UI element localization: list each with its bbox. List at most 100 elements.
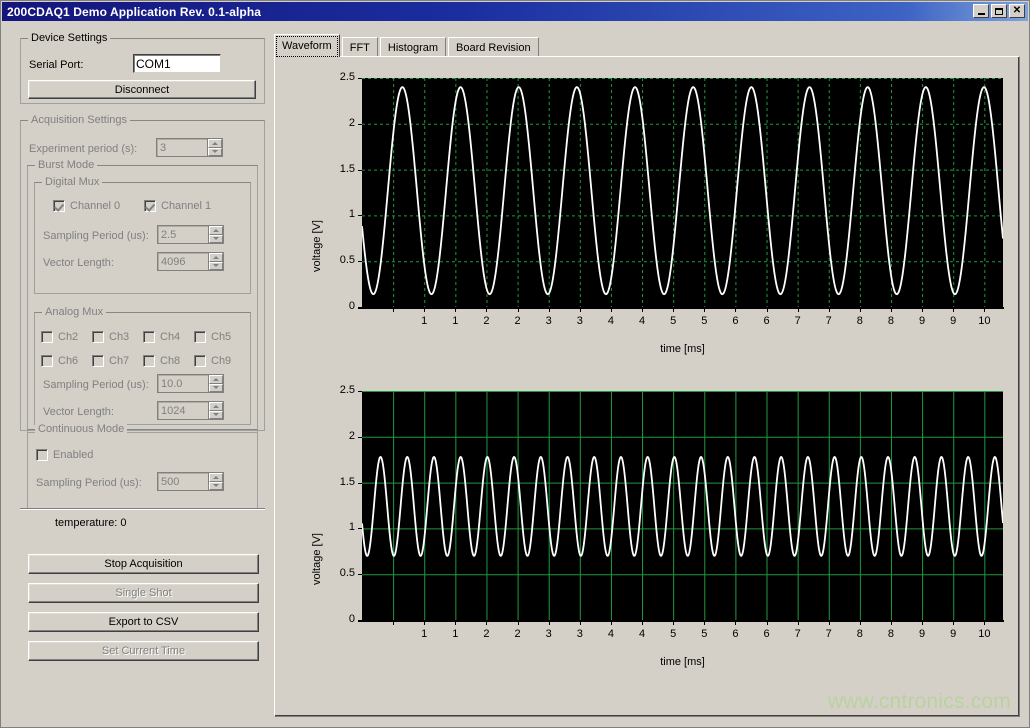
spin-down-button[interactable] xyxy=(208,148,222,157)
x-tick-label: 5 xyxy=(689,628,719,640)
y-tick-label: 2 xyxy=(317,430,355,442)
checkbox-icon xyxy=(194,355,206,367)
chevron-up-icon xyxy=(213,229,219,232)
experiment-period-spin-buttons[interactable] xyxy=(207,138,223,157)
spin-down-button[interactable] xyxy=(209,384,223,393)
x-tick-label: 9 xyxy=(907,628,937,640)
tab-board-revision-label: Board Revision xyxy=(456,42,531,54)
x-tick-label: 1 xyxy=(440,315,470,327)
y-tick-label: 0.5 xyxy=(317,567,355,579)
x-tick-label: 2 xyxy=(503,315,533,327)
set-current-time-button[interactable]: Set Current Time xyxy=(28,641,259,661)
analog-channel-ch7-checkbox[interactable]: Ch7 xyxy=(92,355,129,367)
spin-down-button[interactable] xyxy=(209,262,223,271)
x-tick-label: 4 xyxy=(596,628,626,640)
digital-sampling-period-value[interactable]: 2.5 xyxy=(157,225,208,244)
disconnect-button[interactable]: Disconnect xyxy=(28,80,256,99)
digital-vector-length-label: Vector Length: xyxy=(43,257,114,269)
analog-channel-ch9-checkbox[interactable]: Ch9 xyxy=(194,355,231,367)
tab-histogram[interactable]: Histogram xyxy=(380,37,446,57)
y-tick-label: 1.5 xyxy=(317,476,355,488)
watermark-text: www.cntronics.com xyxy=(828,690,1011,714)
application-window: 200CDAQ1 Demo Application Rev. 0.1-alpha… xyxy=(0,0,1030,728)
x-tick-label: 6 xyxy=(752,628,782,640)
spin-down-button[interactable] xyxy=(209,482,223,491)
channel-1-checkbox[interactable]: Channel 1 xyxy=(144,200,211,212)
spin-down-button[interactable] xyxy=(209,411,223,420)
tab-board-revision[interactable]: Board Revision xyxy=(448,37,539,57)
x-axis-line xyxy=(358,307,1004,309)
x-tick-label: 7 xyxy=(783,315,813,327)
minimize-button[interactable] xyxy=(973,4,989,18)
analog-channel-ch8-checkbox[interactable]: Ch8 xyxy=(143,355,180,367)
x-tick-label: 10 xyxy=(969,628,999,640)
x-tick-label: 2 xyxy=(471,628,501,640)
close-button[interactable]: ✕ xyxy=(1009,4,1025,18)
analog-channel-ch4-checkbox[interactable]: Ch4 xyxy=(143,331,180,343)
chart1-x-axis-label: time [ms] xyxy=(362,656,1003,668)
analog-sampling-period-stepper[interactable]: 10.0 xyxy=(157,374,224,393)
analog-channel-ch3-checkbox[interactable]: Ch3 xyxy=(92,331,129,343)
analog-channel-label: Ch8 xyxy=(160,355,180,367)
continuous-sampling-period-value[interactable]: 500 xyxy=(157,472,208,491)
tab-waveform[interactable]: Waveform xyxy=(274,34,340,57)
digital-vector-length-stepper[interactable]: 4096 xyxy=(157,252,224,271)
experiment-period-stepper[interactable]: 3 xyxy=(156,138,223,157)
y-tick-label: 2 xyxy=(317,117,355,129)
spin-up-button[interactable] xyxy=(209,226,223,235)
title-bar: 200CDAQ1 Demo Application Rev. 0.1-alpha… xyxy=(2,2,1028,21)
tab-fft[interactable]: FFT xyxy=(342,37,378,57)
temperature-status: temperature: 0 xyxy=(55,517,127,529)
digital-vector-length-spin-buttons[interactable] xyxy=(208,252,224,271)
checkbox-icon xyxy=(53,200,65,212)
x-tick-label: 7 xyxy=(783,628,813,640)
x-tick-label: 6 xyxy=(720,628,750,640)
spin-up-button[interactable] xyxy=(209,375,223,384)
continuous-sampling-period-spin-buttons[interactable] xyxy=(208,472,224,491)
digital-sampling-period-stepper[interactable]: 2.5 xyxy=(157,225,224,244)
continuous-sampling-period-label: Sampling Period (us): xyxy=(36,477,142,489)
analog-vector-length-spin-buttons[interactable] xyxy=(208,401,224,420)
waveform-chart-channel-0: voltage [V] 00.511.522.5 112233445566778… xyxy=(275,57,1021,387)
x-tick-label: 7 xyxy=(814,315,844,327)
spin-down-button[interactable] xyxy=(209,235,223,244)
spin-up-button[interactable] xyxy=(209,402,223,411)
analog-sampling-period-spin-buttons[interactable] xyxy=(208,374,224,393)
chevron-down-icon xyxy=(213,237,219,240)
spin-up-button[interactable] xyxy=(209,473,223,482)
analog-channel-ch2-checkbox[interactable]: Ch2 xyxy=(41,331,78,343)
channel-0-checkbox[interactable]: Channel 0 xyxy=(53,200,120,212)
x-tick-label: 3 xyxy=(534,628,564,640)
digital-sampling-period-spin-buttons[interactable] xyxy=(208,225,224,244)
checkbox-icon xyxy=(144,200,156,212)
continuous-sampling-period-stepper[interactable]: 500 xyxy=(157,472,224,491)
analog-vector-length-value[interactable]: 1024 xyxy=(157,401,208,420)
experiment-period-value[interactable]: 3 xyxy=(156,138,207,157)
waveform-chart-channel-1: voltage [V] 00.511.522.5 112233445566778… xyxy=(275,370,1021,710)
maximize-button[interactable] xyxy=(991,4,1007,18)
spin-up-button[interactable] xyxy=(209,253,223,262)
x-tick-label: 3 xyxy=(534,315,564,327)
analog-vector-length-stepper[interactable]: 1024 xyxy=(157,401,224,420)
analog-channel-label: Ch6 xyxy=(58,355,78,367)
continuous-enabled-checkbox[interactable]: Enabled xyxy=(36,449,93,461)
serial-port-input[interactable]: COM1 xyxy=(133,54,221,73)
x-tick-label: 8 xyxy=(876,628,906,640)
checkbox-icon xyxy=(92,355,104,367)
chevron-down-icon xyxy=(213,386,219,389)
y-tick-label: 1.5 xyxy=(317,163,355,175)
analog-channel-ch5-checkbox[interactable]: Ch5 xyxy=(194,331,231,343)
digital-vector-length-value[interactable]: 4096 xyxy=(157,252,208,271)
spin-up-button[interactable] xyxy=(208,139,222,148)
stop-acquisition-button[interactable]: Stop Acquisition xyxy=(28,554,259,574)
acquisition-settings-legend: Acquisition Settings xyxy=(28,114,130,126)
experiment-period-label: Experiment period (s): xyxy=(29,143,137,155)
maximize-icon xyxy=(995,8,1003,15)
analog-channel-ch6-checkbox[interactable]: Ch6 xyxy=(41,355,78,367)
export-to-csv-button[interactable]: Export to CSV xyxy=(28,612,259,632)
single-shot-button[interactable]: Single Shot xyxy=(28,583,259,603)
chevron-down-icon xyxy=(213,264,219,267)
analog-sampling-period-value[interactable]: 10.0 xyxy=(157,374,208,393)
window-title: 200CDAQ1 Demo Application Rev. 0.1-alpha xyxy=(7,5,261,19)
y-tick-label: 0.5 xyxy=(317,254,355,266)
